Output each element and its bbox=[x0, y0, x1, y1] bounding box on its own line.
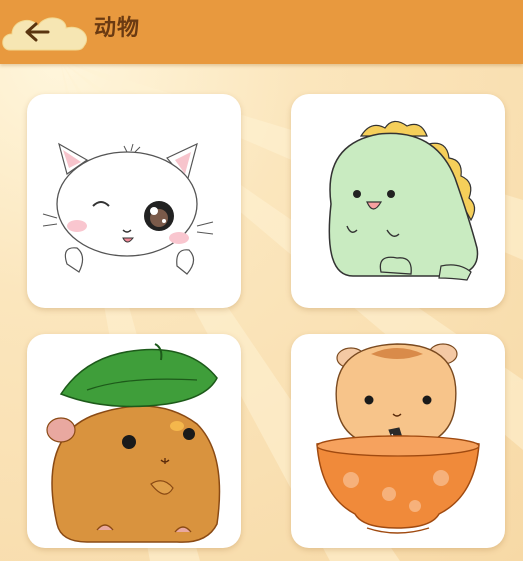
cat-icon bbox=[42, 142, 214, 275]
page-title: 动物 bbox=[94, 16, 141, 41]
dinosaur-icon bbox=[328, 120, 479, 281]
animal-card-hamster-leaf[interactable] bbox=[27, 334, 241, 548]
animal-card-dinosaur[interactable] bbox=[291, 94, 505, 308]
top-bar: 动物 bbox=[0, 0, 523, 64]
animal-card-cat[interactable] bbox=[27, 94, 241, 308]
hamster-leaf-icon bbox=[46, 343, 221, 543]
hamster-bowl-icon bbox=[316, 343, 480, 534]
animal-card-hamster-bowl[interactable] bbox=[291, 334, 505, 548]
back-button[interactable] bbox=[0, 10, 94, 54]
